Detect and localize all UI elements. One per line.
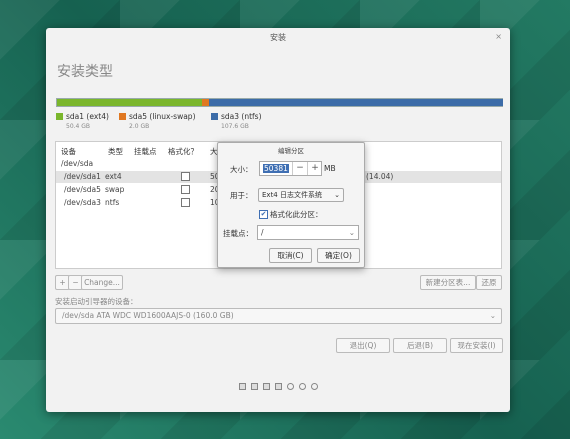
partition-type: ext4	[105, 172, 122, 181]
edit-partition-dialog: 编辑分区 大小： 50381 − + MB 用于： Ext4 日志文件系统 ⌄ …	[217, 142, 365, 268]
legend-sda1: sda1 (ext4) 50.4 GB	[56, 112, 109, 130]
step-indicator	[239, 383, 246, 390]
revert-button[interactable]: 还原	[476, 275, 502, 290]
mount-point-value[interactable]: /	[261, 226, 264, 239]
format-partition-label: 格式化此分区：	[270, 210, 323, 219]
size-stepper[interactable]: 50381 − +	[259, 161, 322, 176]
size-unit: MB	[324, 164, 336, 173]
step-indicator	[251, 383, 258, 390]
back-button[interactable]: 后退(B)	[393, 338, 447, 353]
legend-label: sda1 (ext4)	[66, 112, 109, 121]
legend-label: sda5 (linux-swap)	[129, 112, 196, 121]
dialog-title: 编辑分区	[278, 147, 304, 155]
mount-point-combo[interactable]: / ⌄	[257, 225, 359, 240]
legend-swatch	[211, 113, 218, 120]
cancel-button[interactable]: 取消(C)	[269, 248, 312, 263]
format-checkbox[interactable]	[181, 185, 190, 194]
format-checkbox[interactable]	[181, 172, 190, 181]
chevron-down-icon: ⌄	[334, 191, 340, 199]
step-indicator	[263, 383, 270, 390]
device-name: /dev/sda5	[64, 185, 101, 194]
legend-size: 50.4 GB	[66, 123, 91, 130]
filesystem-value: Ext4 日志文件系统	[262, 191, 322, 199]
install-now-button[interactable]: 现在安装(I)	[450, 338, 503, 353]
header-mount: 挂载点	[134, 147, 157, 156]
page-title: 安装类型	[57, 64, 113, 80]
partition-segment-sda1	[57, 99, 202, 106]
increase-button[interactable]: +	[307, 162, 322, 175]
legend-swatch	[119, 113, 126, 120]
filesystem-select[interactable]: Ext4 日志文件系统 ⌄	[258, 188, 344, 202]
window-title: 安装	[270, 33, 286, 42]
partition-type: swap	[105, 185, 125, 194]
device-name: /dev/sda1	[64, 172, 101, 181]
partition-segment-sda3	[209, 99, 503, 106]
chevron-down-icon: ⌄	[489, 311, 496, 320]
header-device: 设备	[61, 147, 76, 156]
device-name: /dev/sda3	[64, 198, 101, 207]
size-input[interactable]: 50381	[263, 164, 289, 173]
step-indicator	[311, 383, 318, 390]
partition-bar	[56, 98, 503, 107]
chevron-down-icon[interactable]: ⌄	[349, 226, 355, 239]
step-indicator	[275, 383, 282, 390]
legend-label: sda3 (ntfs)	[221, 112, 262, 121]
boot-device-value: /dev/sda ATA WDC WD1600AAJS-0 (160.0 GB)	[62, 311, 234, 320]
legend-sda3: sda3 (ntfs) 107.6 GB	[211, 112, 262, 130]
new-partition-table-button[interactable]: 新建分区表...	[420, 275, 476, 290]
format-checkbox[interactable]	[181, 198, 190, 207]
use-as-label: 用于：	[230, 191, 253, 200]
system-info: (14.04)	[366, 172, 394, 181]
format-partition-checkbox[interactable]: ✔	[259, 210, 268, 219]
ok-button[interactable]: 确定(O)	[317, 248, 360, 263]
quit-button[interactable]: 退出(Q)	[336, 338, 390, 353]
partition-segment-sda5	[202, 99, 209, 106]
partition-type: ntfs	[105, 198, 120, 207]
legend-size: 107.6 GB	[221, 123, 249, 130]
boot-device-label: 安装启动引导器的设备：	[55, 297, 138, 306]
step-indicator	[287, 383, 294, 390]
device-name: /dev/sda	[61, 159, 94, 168]
header-format: 格式化？	[168, 147, 198, 156]
close-icon[interactable]: ×	[495, 32, 502, 41]
header-type: 类型	[108, 147, 123, 156]
decrease-button[interactable]: −	[292, 162, 307, 175]
boot-device-select[interactable]: /dev/sda ATA WDC WD1600AAJS-0 (160.0 GB)…	[55, 308, 502, 324]
legend-swatch	[56, 113, 63, 120]
legend-size: 2.0 GB	[129, 123, 150, 130]
change-partition-button[interactable]: Change...	[81, 275, 123, 290]
mount-point-label: 挂载点：	[223, 229, 253, 238]
legend-sda5: sda5 (linux-swap) 2.0 GB	[119, 112, 196, 130]
size-label: 大小：	[230, 165, 253, 174]
step-indicator	[299, 383, 306, 390]
